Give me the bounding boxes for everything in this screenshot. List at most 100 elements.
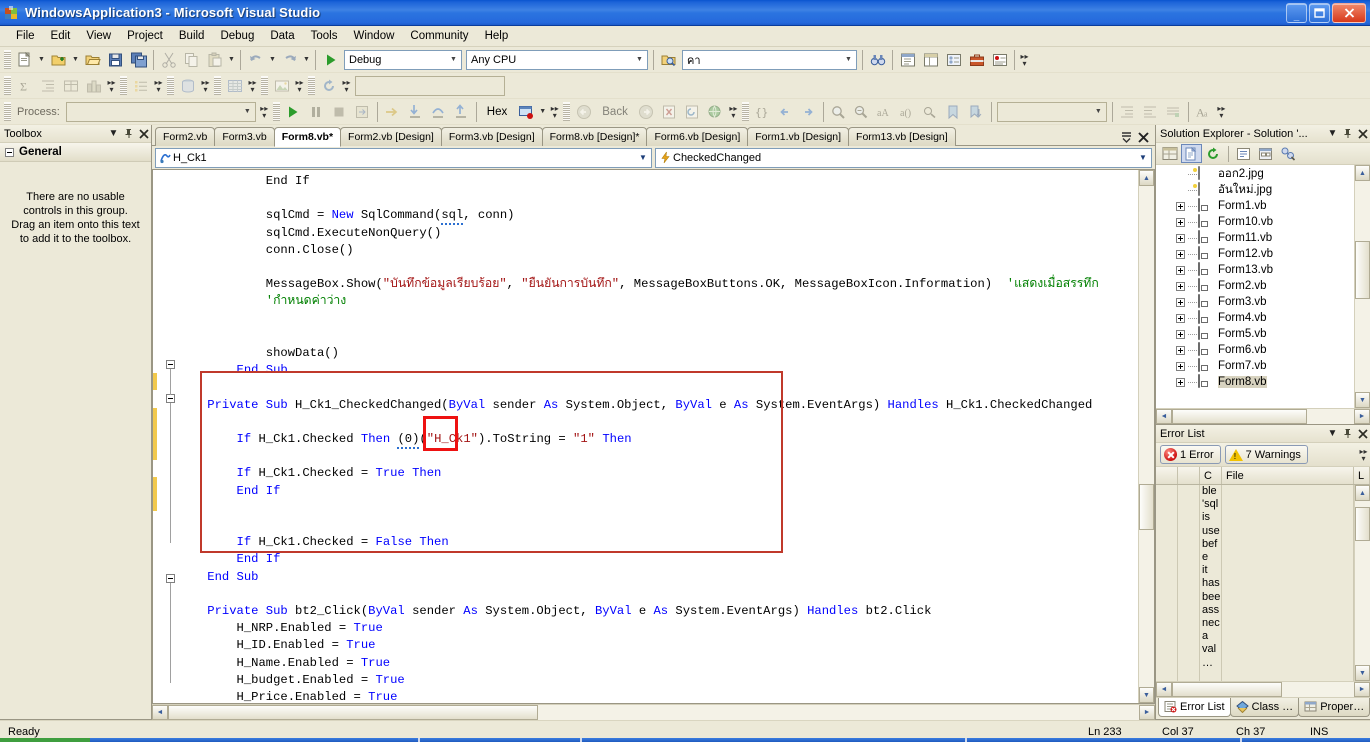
pin-icon[interactable] [1340, 126, 1355, 141]
tree-item-form6[interactable]: Form6.vb [1156, 342, 1354, 358]
hscroll-thumb[interactable] [168, 705, 538, 720]
error-list-overflow-button[interactable]: ▸▸ ▾ [1357, 444, 1370, 466]
column-header-number[interactable] [1178, 467, 1200, 484]
warnings-filter-button[interactable]: 7 Warnings [1224, 445, 1308, 464]
tab-list-icon[interactable] [1121, 131, 1132, 143]
menu-help[interactable]: Help [477, 28, 517, 44]
chevron-down-icon[interactable]: ▼ [240, 103, 255, 121]
error-list-vertical-scrollbar[interactable]: ▲ ▼ [1354, 485, 1370, 681]
zoom-combo[interactable]: ▼ [996, 101, 1107, 122]
scroll-right-button[interactable]: ► [1139, 705, 1155, 720]
find-symbol-button[interactable] [827, 101, 850, 123]
toolbar-overflow-7[interactable]: ▸▸ ▾ [340, 75, 353, 97]
close-icon[interactable] [1355, 426, 1370, 441]
scroll-track[interactable] [1355, 501, 1370, 665]
browser-refresh-button[interactable] [681, 101, 704, 123]
tree-item-form2[interactable]: Form2.vb [1156, 278, 1354, 294]
nav-back-button[interactable] [774, 101, 797, 123]
tab-form8-vb[interactable]: Form8.vb* [273, 127, 342, 147]
stop-button[interactable] [328, 101, 351, 123]
redo-dropdown[interactable]: ▼ [301, 49, 312, 71]
menu-build[interactable]: Build [171, 28, 213, 44]
class-diagram-icon[interactable] [1277, 144, 1298, 163]
grid-button[interactable] [223, 75, 246, 97]
nav-forward-button[interactable] [797, 101, 820, 123]
menu-window[interactable]: Window [346, 28, 403, 44]
column-header-file[interactable]: File [1222, 467, 1354, 484]
comment-sel-button[interactable] [1162, 101, 1185, 123]
hscroll-track[interactable] [168, 705, 1139, 720]
menu-community[interactable]: Community [402, 28, 476, 44]
add-item-button[interactable] [47, 49, 70, 71]
tree-item-form5[interactable]: Form5.vb [1156, 326, 1354, 342]
tab-form13-vb-design[interactable]: Form13.vb [Design] [848, 127, 956, 146]
tab-form8-vb-design[interactable]: Form8.vb [Design]* [541, 127, 648, 146]
start-button-strip[interactable] [0, 738, 90, 742]
add-item-dropdown[interactable]: ▼ [70, 49, 81, 71]
sum-button[interactable]: Σ [13, 75, 36, 97]
minimize-button[interactable]: _ [1286, 2, 1307, 23]
hscroll-thumb[interactable] [1172, 409, 1307, 424]
scroll-down-button[interactable]: ▼ [1139, 687, 1154, 703]
tree-item-form7[interactable]: Form7.vb [1156, 358, 1354, 374]
scroll-track[interactable] [1355, 181, 1370, 392]
find-next-button[interactable] [866, 49, 889, 71]
toolbar-grip-10[interactable] [563, 102, 571, 121]
browser-forward-button[interactable] [635, 101, 658, 123]
tree-item-form1[interactable]: Form1.vb [1156, 198, 1354, 214]
error-list-rows[interactable]: ble 'sql is use bef e it has bee ass nec… [1156, 485, 1370, 681]
collapse-icon[interactable] [5, 147, 14, 157]
hscroll-track[interactable] [1172, 409, 1354, 424]
object-browser-button[interactable] [942, 49, 965, 71]
toolbox-group-general[interactable]: General [0, 143, 151, 162]
chevron-down-icon[interactable]: ▼ [1325, 126, 1340, 141]
copy-button[interactable] [180, 49, 203, 71]
properties-icon[interactable] [1159, 144, 1180, 163]
expand-icon[interactable] [1176, 329, 1185, 339]
column-header-description[interactable]: C [1200, 467, 1222, 484]
city-button[interactable] [82, 75, 105, 97]
view-code-icon[interactable] [1233, 144, 1254, 163]
breakpoints-button[interactable] [514, 101, 537, 123]
chevron-down-icon[interactable]: ▼ [106, 126, 121, 141]
secondary-combo[interactable] [355, 75, 505, 96]
solution-tree[interactable]: ออก2.jpg อันใหม่.jpg Form1.vb Form10.vb … [1156, 165, 1354, 408]
tree-item-form10[interactable]: Form10.vb [1156, 214, 1354, 230]
redo-button[interactable] [278, 49, 301, 71]
comment-block-button[interactable]: {} [751, 101, 774, 123]
regex-button[interactable] [919, 101, 942, 123]
toolbar-grip-4[interactable] [167, 76, 174, 95]
close-icon[interactable] [1138, 131, 1149, 143]
toolbar-grip-11[interactable] [741, 102, 749, 121]
font-size-button[interactable]: A a [1192, 101, 1215, 123]
scroll-right-button[interactable]: ► [1354, 682, 1370, 697]
scroll-up-button[interactable]: ▲ [1355, 485, 1370, 501]
tree-item-image-1[interactable]: ออก2.jpg [1156, 166, 1354, 182]
chevron-down-icon[interactable]: ▼ [632, 51, 647, 69]
scroll-left-button[interactable]: ◄ [1156, 409, 1172, 424]
bookmark-button[interactable] [942, 101, 965, 123]
process-combo[interactable]: ▼ [65, 101, 256, 122]
error-list-horizontal-scrollbar[interactable]: ◄ ► [1156, 681, 1370, 697]
tab-class-view[interactable]: Class … [1229, 698, 1300, 717]
toolbar-overflow-4[interactable]: ▸▸ ▾ [199, 75, 212, 97]
editor-horizontal-scrollbar[interactable]: ◄ ► [152, 704, 1155, 720]
solution-horizontal-scrollbar[interactable]: ◄ ► [1156, 408, 1370, 424]
picture-button[interactable] [270, 75, 293, 97]
outline-collapse-icon[interactable] [166, 360, 175, 369]
toolbar-overflow-button[interactable]: ▸▸ ▾ [1018, 49, 1031, 71]
menu-debug[interactable]: Debug [212, 28, 262, 44]
error-description-column[interactable]: ble 'sql is use bef e it has bee ass nec… [1200, 485, 1222, 681]
tab-form3-vb-design[interactable]: Form3.vb [Design] [440, 127, 543, 146]
outdent-block-button[interactable] [1139, 101, 1162, 123]
pause-button[interactable] [305, 101, 328, 123]
show-next-statement-button[interactable] [381, 101, 404, 123]
tab-form3-vb[interactable]: Form3.vb [214, 127, 275, 146]
toolbar-overflow-10[interactable]: ▸▸ ▾ [727, 101, 740, 123]
chevron-down-icon[interactable]: ▼ [1135, 148, 1151, 167]
chevron-down-icon[interactable]: ▼ [1325, 426, 1340, 441]
refresh-nav-button[interactable] [317, 75, 340, 97]
case-match-button[interactable]: aA [873, 101, 896, 123]
paste-button[interactable] [203, 49, 226, 71]
view-designer-icon[interactable] [1255, 144, 1276, 163]
